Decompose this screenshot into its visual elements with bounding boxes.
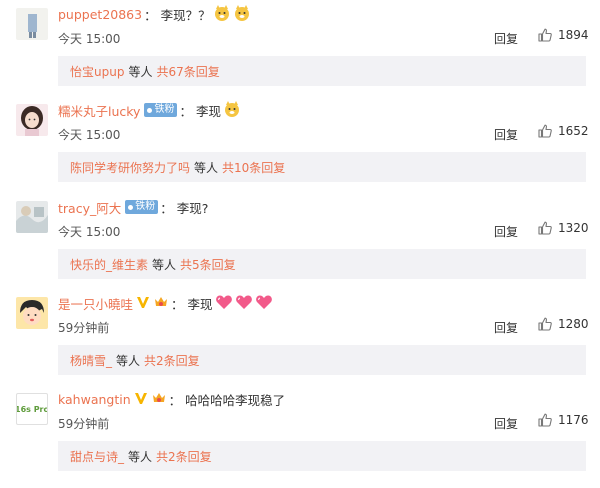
fan-badge: 铁粉 [144, 103, 178, 117]
comment-item: tracy_阿大 铁粉 ： 李现? 今天 15:00 回复 1320 快乐的_维… [0, 193, 600, 289]
fan-badge: 铁粉 [125, 200, 159, 214]
comment-item: 是一只小曉哇 ： 李现 59分钟前 回复 1280 杨晴雪_ 等人 共2条回复 [0, 289, 600, 385]
reply-button[interactable]: 回复 [494, 30, 518, 47]
like-button[interactable]: 1652 [538, 124, 589, 138]
comment-item: 糯米丸子lucky 铁粉 ： 李现 今天 15:00 回复 1652 陈同学考研… [0, 96, 600, 192]
reply-summary-user[interactable]: 甜点与诗_ [70, 448, 124, 465]
avatar[interactable]: 16s Pro [16, 393, 48, 425]
avatar[interactable] [16, 104, 48, 136]
heart-emoji [255, 294, 273, 313]
verified-v-icon [134, 391, 148, 408]
timestamp: 59分钟前 [58, 417, 110, 431]
avatar[interactable] [16, 297, 48, 329]
reply-summary-count[interactable]: 共2条回复 [156, 448, 212, 465]
colon: ： [171, 296, 184, 312]
thumb-up-icon [538, 28, 552, 42]
doge-emoji [223, 100, 241, 121]
reply-summary-count[interactable]: 共5条回复 [180, 256, 236, 273]
like-count: 1894 [558, 28, 589, 42]
heart-emoji [215, 294, 233, 313]
member-crown-icon [151, 391, 167, 408]
timestamp: 今天 15:00 [58, 128, 121, 142]
reply-summary[interactable]: 杨晴雪_ 等人 共2条回复 [58, 345, 586, 375]
member-crown-icon [153, 295, 169, 312]
timestamp: 今天 15:00 [58, 32, 121, 46]
reply-summary-text: 等人 [128, 64, 153, 79]
like-count: 1320 [558, 221, 589, 235]
colon: ： [144, 7, 157, 23]
avatar[interactable] [16, 201, 48, 233]
thumb-up-icon [538, 317, 552, 331]
like-count: 1652 [558, 124, 589, 138]
thumb-up-icon [538, 124, 552, 138]
colon: ： [179, 103, 192, 119]
thumb-up-icon [538, 413, 552, 427]
reply-summary[interactable]: 陈同学考研你努力了吗 等人 共10条回复 [58, 152, 586, 182]
doge-emoji [213, 4, 231, 25]
reply-summary[interactable]: 甜点与诗_ 等人 共2条回复 [58, 441, 586, 471]
username-link[interactable]: 是一只小曉哇 [58, 294, 133, 313]
reply-summary-user[interactable]: 快乐的_维生素 [70, 256, 148, 273]
comment-text: 李现？？ [160, 7, 211, 23]
like-button[interactable]: 1894 [538, 28, 589, 42]
username-link[interactable]: tracy_阿大 [58, 198, 121, 217]
like-count: 1280 [558, 317, 589, 331]
verified-v-icon [136, 295, 150, 312]
reply-summary-count[interactable]: 共2条回复 [144, 352, 200, 369]
comment-text: 李现 [195, 103, 221, 119]
doge-emoji [233, 4, 251, 25]
colon: ： [160, 200, 173, 216]
reply-summary-text: 等人 [116, 353, 141, 368]
reply-summary-count[interactable]: 共10条回复 [222, 159, 285, 176]
comment-item: puppet20863 ： 李现？？ 今天 15:00 回复 1894 怡宝up… [0, 0, 600, 96]
username-link[interactable]: puppet20863 [58, 7, 142, 22]
comment-item: 16s Pro kahwangtin ： 哈哈哈哈李现稳了 59分钟前 回复 1… [0, 385, 600, 481]
reply-button[interactable]: 回复 [494, 415, 518, 432]
reply-summary[interactable]: 快乐的_维生素 等人 共5条回复 [58, 249, 586, 279]
reply-summary-user[interactable]: 怡宝upup [70, 63, 124, 80]
timestamp: 59分钟前 [58, 321, 110, 335]
like-count: 1176 [558, 413, 589, 427]
username-link[interactable]: 糯米丸子lucky [58, 101, 140, 120]
reply-summary-count[interactable]: 共67条回复 [156, 63, 219, 80]
comment-text: 哈哈哈哈李现稳了 [185, 392, 286, 408]
like-button[interactable]: 1280 [538, 317, 589, 331]
reply-summary-text: 等人 [194, 160, 219, 175]
reply-summary[interactable]: 怡宝upup 等人 共67条回复 [58, 56, 586, 86]
like-button[interactable]: 1320 [538, 221, 589, 235]
reply-summary-text: 等人 [152, 257, 177, 272]
avatar-logo-text: 16s Pro [16, 404, 48, 414]
avatar[interactable] [16, 8, 48, 40]
timestamp: 今天 15:00 [58, 225, 121, 239]
username-link[interactable]: kahwangtin [58, 392, 131, 407]
reply-summary-user[interactable]: 杨晴雪_ [70, 352, 112, 369]
reply-summary-text: 等人 [128, 449, 153, 464]
reply-button[interactable]: 回复 [494, 126, 518, 143]
thumb-up-icon [538, 221, 552, 235]
reply-button[interactable]: 回复 [494, 319, 518, 336]
heart-emoji [235, 294, 253, 313]
comment-text: 李现 [187, 296, 213, 312]
like-button[interactable]: 1176 [538, 413, 589, 427]
colon: ： [168, 392, 182, 408]
reply-summary-user[interactable]: 陈同学考研你努力了吗 [70, 159, 190, 176]
comment-text: 李现? [176, 200, 209, 216]
reply-button[interactable]: 回复 [494, 223, 518, 240]
